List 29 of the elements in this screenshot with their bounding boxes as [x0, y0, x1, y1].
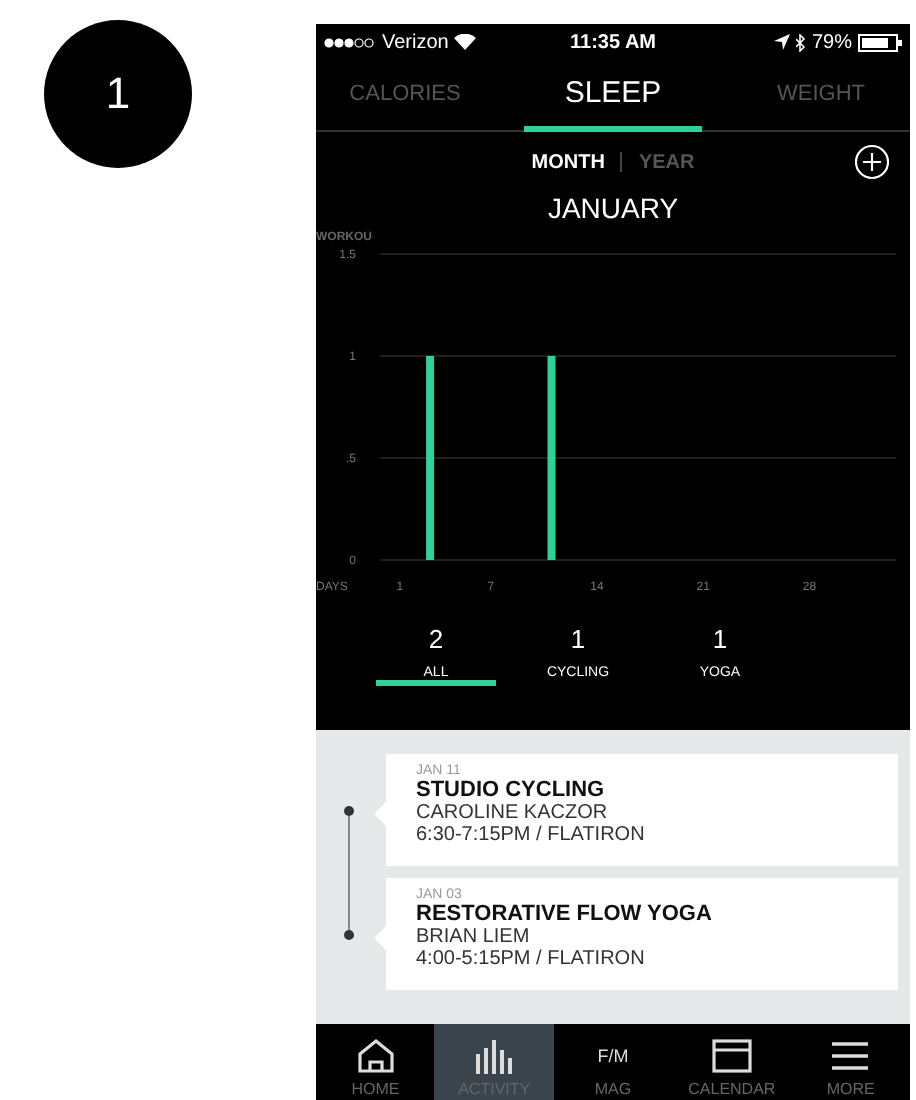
bluetooth-icon: [796, 33, 806, 51]
class-time: 6:30-7:15PM / FLATIRON: [416, 824, 647, 846]
instructor-name: CAROLINE KACZOR: [416, 802, 610, 824]
bar-chart-icon: [474, 1038, 515, 1074]
class-time: 4:00-5:15PM / FLATIRON: [416, 948, 647, 970]
add-icon[interactable]: [854, 144, 890, 180]
signal-icon: [324, 37, 376, 47]
step-badge: 1: [44, 20, 192, 168]
menu-icon: [830, 1038, 871, 1074]
nav-item[interactable]: CALENDAR: [672, 1024, 792, 1100]
location-arrow-icon: [774, 34, 790, 50]
carrier-label: Verizon: [382, 31, 449, 53]
period-toggle[interactable]: MONTH: [515, 151, 621, 173]
class-title: STUDIO CYCLING: [416, 778, 607, 802]
battery-percent: 79%: [812, 31, 853, 53]
calendar-icon: [711, 1038, 752, 1074]
tab[interactable]: SLEEP: [524, 60, 702, 132]
nav-item[interactable]: F/M MAG: [553, 1024, 673, 1100]
clock-time: 11:35 AM: [570, 31, 656, 53]
nav-item[interactable]: HOME: [316, 1024, 435, 1100]
instructor-name: BRIAN LIEM: [416, 926, 532, 948]
nav-item[interactable]: MORE: [791, 1024, 911, 1100]
class-title: RESTORATIVE FLOW YOGA: [416, 902, 714, 926]
battery-icon: [858, 33, 903, 51]
timeline-drawing: [344, 805, 354, 939]
magazine-logo: F/M: [597, 1044, 629, 1070]
wifi-icon: [454, 34, 477, 50]
month-title: JANUARY: [545, 192, 681, 228]
home-icon: [355, 1038, 396, 1074]
